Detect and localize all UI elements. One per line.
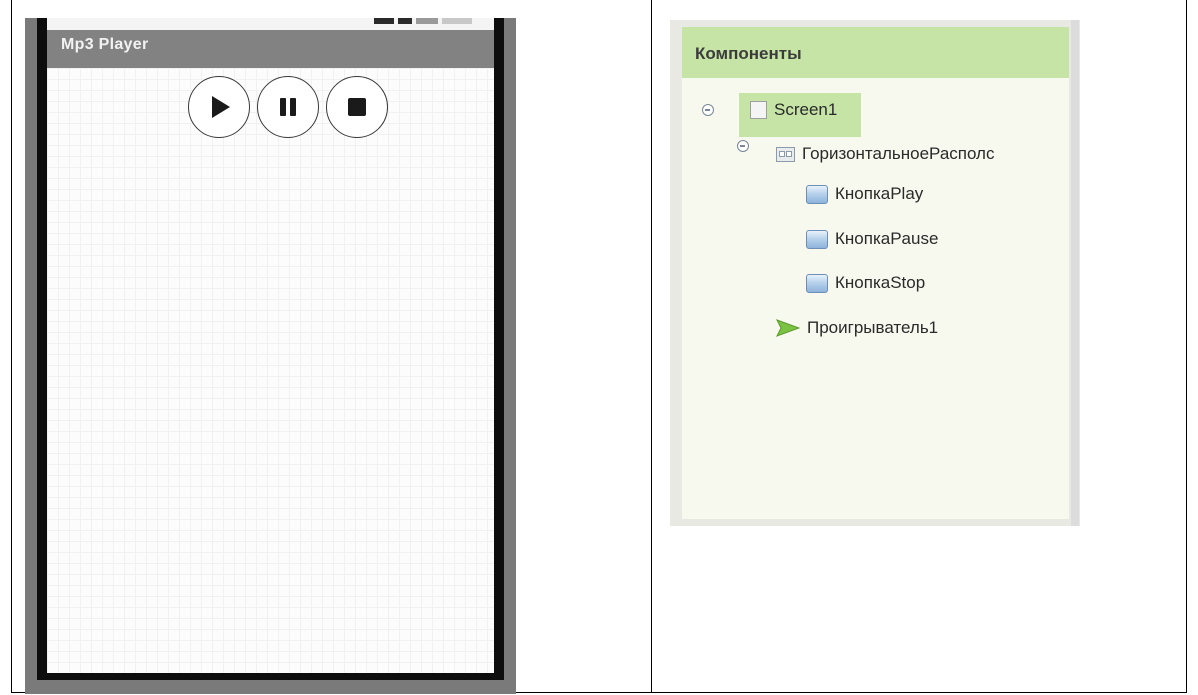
table-divider bbox=[651, 0, 652, 693]
button-component-icon bbox=[806, 229, 828, 249]
tree-item-label: Проигрыватель1 bbox=[807, 318, 939, 337]
tree-item-screen1[interactable]: Screen1 bbox=[750, 100, 837, 120]
tree-item-button-stop[interactable]: КнопкаStop bbox=[806, 272, 925, 294]
screen-icon bbox=[750, 101, 767, 119]
signal-icon bbox=[374, 18, 394, 24]
collapse-screen1-icon[interactable] bbox=[702, 104, 714, 116]
tree-item-label: КнопкаPlay bbox=[835, 184, 924, 203]
status-bar bbox=[47, 18, 494, 30]
play-icon bbox=[212, 96, 230, 118]
components-title: Компоненты bbox=[695, 44, 802, 63]
tree-item-label: ГоризонтальноеРасполс bbox=[802, 144, 995, 163]
horizontal-layout-icon bbox=[776, 146, 795, 162]
tree-item-label: КнопкаStop bbox=[835, 273, 926, 292]
wifi-icon bbox=[398, 18, 412, 24]
status-icons bbox=[374, 18, 472, 30]
battery-icon bbox=[416, 18, 438, 24]
button-component-icon bbox=[806, 273, 828, 293]
tree-item-button-pause[interactable]: КнопкаPause bbox=[806, 228, 938, 250]
tree-item-button-play[interactable]: КнопкаPlay bbox=[806, 183, 923, 205]
play-button[interactable] bbox=[188, 76, 250, 138]
tree-item-label: Screen1 bbox=[774, 100, 838, 119]
pause-icon bbox=[280, 98, 296, 116]
panel-scrollbar[interactable] bbox=[1071, 20, 1079, 526]
player-icon bbox=[776, 319, 800, 337]
app-title: Mp3 Player bbox=[61, 36, 149, 53]
app-titlebar: Mp3 Player bbox=[47, 30, 494, 68]
tree-item-player[interactable]: Проигрыватель1 bbox=[776, 317, 938, 339]
phone-mockup: Mp3 Player bbox=[25, 18, 516, 694]
pause-button[interactable] bbox=[257, 76, 319, 138]
tree-item-label: КнопкаPause bbox=[835, 229, 939, 248]
stop-icon bbox=[348, 98, 366, 116]
button-component-icon bbox=[806, 184, 828, 204]
stop-button[interactable] bbox=[326, 76, 388, 138]
components-header: Компоненты bbox=[682, 27, 1069, 78]
phone-screen bbox=[47, 68, 494, 673]
tree-item-horizontal-layout[interactable]: ГоризонтальноеРасполс bbox=[776, 143, 994, 165]
collapse-layout-icon[interactable] bbox=[737, 140, 749, 152]
clock-icon bbox=[442, 18, 472, 24]
media-controls bbox=[188, 76, 388, 138]
